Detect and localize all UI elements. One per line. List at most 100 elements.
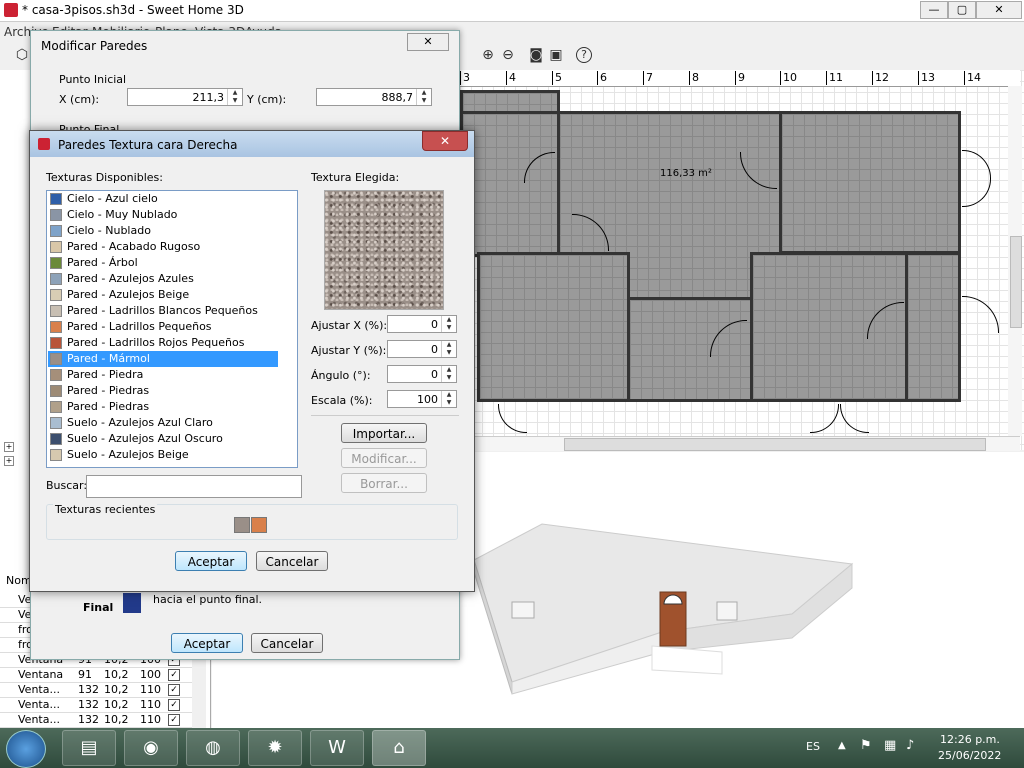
adjust-y-field[interactable]: 0 ▲ ▼: [387, 340, 457, 358]
texture-list-item[interactable]: Pared - Ladrillos Pequeños: [48, 319, 278, 335]
cell-name: Venta...: [18, 683, 60, 696]
recent-textures-group: Texturas recientes: [46, 503, 458, 540]
scroll-thumb[interactable]: [1010, 236, 1022, 328]
texture-swatch-icon: [50, 401, 62, 413]
texture-name: Pared - Ladrillos Rojos Pequeños: [67, 336, 245, 349]
x-field[interactable]: 211,3 ▲ ▼: [127, 88, 243, 106]
room[interactable]: [460, 111, 560, 257]
expand-icon[interactable]: +: [4, 442, 14, 452]
explorer-icon[interactable]: ▤: [62, 730, 116, 766]
table-row[interactable]: Venta... 132 10,2 110 ✓: [0, 697, 205, 713]
room[interactable]: [477, 252, 630, 402]
texture-list-item[interactable]: Cielo - Muy Nublado: [48, 207, 278, 223]
texture-list-item[interactable]: Pared - Piedras: [48, 383, 278, 399]
cancel-button[interactable]: Cancelar: [256, 551, 328, 571]
recent-texture-swatch[interactable]: [251, 517, 267, 533]
texture-list-item[interactable]: Pared - Árbol: [48, 255, 278, 271]
texture-list-item[interactable]: Cielo - Nublado: [48, 223, 278, 239]
spinner-arrows-icon[interactable]: ▲ ▼: [416, 89, 431, 105]
close-button[interactable]: ✕: [407, 33, 449, 51]
box-icon[interactable]: ⬡: [14, 47, 30, 63]
room[interactable]: [779, 111, 961, 254]
network-icon[interactable]: ▦: [884, 738, 896, 753]
texture-list[interactable]: Cielo - Azul cielo Cielo - Muy Nublado Cie…: [46, 190, 298, 468]
table-row[interactable]: Ventana 91 10,2 100 ✓: [0, 667, 205, 683]
y-field[interactable]: 888,7 ▲ ▼: [316, 88, 432, 106]
texture-swatch-icon: [50, 449, 62, 461]
modify-button[interactable]: Modificar...: [341, 448, 427, 468]
texture-list-item[interactable]: Suelo - Azulejos Beige: [48, 447, 278, 463]
angle-field[interactable]: 0 ▲ ▼: [387, 365, 457, 383]
door-arc: [962, 296, 999, 333]
cell-name: Ventana: [18, 668, 64, 681]
spinner-arrows-icon[interactable]: ▲ ▼: [441, 341, 456, 357]
texture-list-item[interactable]: Pared - Azulejos Azules: [48, 271, 278, 287]
plan-vertical-scrollbar[interactable]: [1008, 86, 1022, 436]
table-row[interactable]: Venta... 132 10,2 110 ✓: [0, 712, 205, 728]
maximize-button[interactable]: ▢: [948, 1, 976, 19]
plan-view[interactable]: 116,33 m²: [460, 70, 1024, 450]
texture-list-item[interactable]: Pared - Piedra: [48, 367, 278, 383]
import-button[interactable]: Importar...: [341, 423, 427, 443]
search-input[interactable]: [86, 475, 302, 498]
visible-checkbox[interactable]: ✓: [168, 699, 180, 711]
close-button[interactable]: ✕: [422, 131, 468, 151]
texture-list-scrollbar[interactable]: ▲ ▼: [297, 191, 298, 467]
close-button[interactable]: ✕: [976, 1, 1022, 19]
red-app-icon[interactable]: ✹: [248, 730, 302, 766]
ruler-tick: 3: [460, 71, 470, 85]
zoom-out-icon[interactable]: ⊖: [500, 47, 516, 63]
texture-list-item[interactable]: Suelo - Azulejos Azul Claro: [48, 415, 278, 431]
video-icon[interactable]: ▣: [548, 47, 564, 63]
visible-checkbox[interactable]: ✓: [168, 669, 180, 681]
language-indicator[interactable]: ES: [806, 740, 820, 753]
scale-field[interactable]: 100 ▲ ▼: [387, 390, 457, 408]
room[interactable]: [905, 252, 961, 402]
ok-button[interactable]: Aceptar: [171, 633, 243, 653]
texture-list-item[interactable]: Suelo - Azulejos Azul Oscuro: [48, 431, 278, 447]
expand-icon[interactable]: +: [4, 456, 14, 466]
plan-horizontal-scrollbar[interactable]: [460, 436, 1020, 451]
start-button[interactable]: [6, 730, 46, 768]
sweethome3d-icon[interactable]: ⌂: [372, 730, 426, 766]
visible-checkbox[interactable]: ✓: [168, 714, 180, 726]
firefox-icon[interactable]: ◍: [186, 730, 240, 766]
ok-button[interactable]: Aceptar: [175, 551, 247, 571]
help-icon[interactable]: ?: [576, 47, 592, 63]
spinner-arrows-icon[interactable]: ▲ ▼: [441, 316, 456, 332]
chrome-icon[interactable]: ◉: [124, 730, 178, 766]
spinner-arrows-icon[interactable]: ▲ ▼: [227, 89, 242, 105]
column-header-name[interactable]: Nom: [6, 574, 32, 587]
final-label: Final: [83, 601, 114, 614]
show-hidden-icons-icon[interactable]: ▲: [838, 740, 846, 751]
adjust-x-field[interactable]: 0 ▲ ▼: [387, 315, 457, 333]
spinner-arrows-icon[interactable]: ▲ ▼: [441, 366, 456, 382]
ruler-tick: 14: [964, 71, 981, 85]
word-icon[interactable]: W: [310, 730, 364, 766]
zoom-in-icon[interactable]: ⊕: [480, 47, 496, 63]
delete-button[interactable]: Borrar...: [341, 473, 427, 493]
texture-list-item[interactable]: Pared - Piedras: [48, 399, 278, 415]
texture-name: Pared - Azulejos Beige: [67, 288, 190, 301]
flag-icon[interactable]: ⚑: [860, 738, 872, 753]
minimize-button[interactable]: —: [920, 1, 948, 19]
camera-icon[interactable]: ◙: [528, 47, 544, 63]
texture-list-item[interactable]: Pared - Acabado Rugoso: [48, 239, 278, 255]
table-row[interactable]: Venta... 132 10,2 110 ✓: [0, 682, 205, 698]
texture-list-item[interactable]: Pared - Ladrillos Rojos Pequeños: [48, 335, 278, 351]
texture-name: Suelo - Azulejos Azul Claro: [67, 416, 213, 429]
texture-list-item[interactable]: Pared - Ladrillos Blancos Pequeños: [48, 303, 278, 319]
scroll-thumb[interactable]: [564, 438, 986, 451]
clock-time[interactable]: 12:26 p.m.: [940, 733, 1000, 746]
dialog-title: Paredes Textura cara Derecha: [58, 138, 238, 152]
volume-icon[interactable]: ♪: [906, 738, 914, 753]
visible-checkbox[interactable]: ✓: [168, 684, 180, 696]
clock-date[interactable]: 25/06/2022: [938, 749, 1001, 762]
cell-h: 110: [140, 698, 161, 711]
cancel-button[interactable]: Cancelar: [251, 633, 323, 653]
texture-list-item[interactable]: Cielo - Azul cielo: [48, 191, 278, 207]
recent-texture-swatch[interactable]: [234, 517, 250, 533]
spinner-arrows-icon[interactable]: ▲ ▼: [441, 391, 456, 407]
texture-list-item[interactable]: Pared - Mármol: [48, 351, 278, 367]
texture-list-item[interactable]: Pared - Azulejos Beige: [48, 287, 278, 303]
